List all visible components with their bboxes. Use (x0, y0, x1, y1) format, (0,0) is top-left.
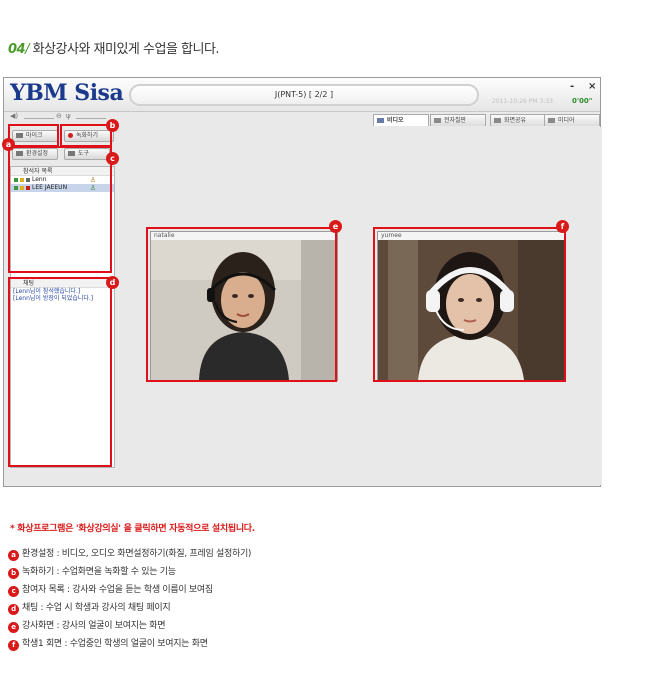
volume-knob-icon[interactable]: ⊖ (56, 112, 62, 120)
close-button[interactable]: × (588, 81, 596, 92)
datetime-readout: 2011-10-26 PM 3:33 (492, 98, 553, 105)
screen-icon (494, 118, 501, 123)
legend-text: 학생1 회면 : 수업중인 학생의 얼굴이 보여지는 화면 (22, 639, 208, 649)
legend-item: f 학생1 회면 : 수업중인 학생의 얼굴이 보여지는 화면 (8, 636, 208, 651)
tab-screen-share[interactable]: 화면공유 (490, 114, 546, 126)
mic-level-icon: ψ (66, 112, 71, 120)
legend-text: 환경설정 : 비디오, 오디오 화면설정하기(화질, 프레임 설정하기) (22, 549, 252, 559)
legend-badge: e (8, 622, 19, 633)
speaker-icon: ◀) (10, 112, 19, 120)
legend-item: b 녹화하기 : 수업화면을 녹화할 수 있는 기능 (8, 564, 176, 579)
media-icon (548, 118, 555, 123)
class-timer: 0'00" (572, 97, 593, 105)
badge-f: f (556, 220, 569, 233)
legend-badge: a (8, 550, 19, 561)
legend-text: 녹화하기 : 수업화면을 녹화할 수 있는 기능 (22, 567, 176, 577)
annotation-box-c (8, 146, 112, 273)
legend-item: a 환경설정 : 비디오, 오디오 화면설정하기(화질, 프레임 설정하기) (8, 546, 251, 561)
step-heading: 04/ 화상강사와 재미있게 수업을 합니다. (8, 38, 220, 57)
legend-item: c 참여자 목록 : 강사와 수업을 듣는 학생 이름이 보여짐 (8, 582, 213, 597)
speaker-volume-slider[interactable] (24, 118, 54, 119)
badge-b: b (106, 119, 119, 132)
legend-text: 강사화면 : 강사의 얼굴이 보여지는 화면 (22, 621, 166, 631)
ybm-sisa-logo: YBM Sisa (10, 80, 124, 106)
legend-badge: c (8, 586, 19, 597)
minimize-button[interactable]: - (570, 81, 574, 92)
step-number: 04 (8, 42, 26, 57)
annotation-box-e (146, 227, 337, 382)
annotation-box-f (373, 227, 566, 382)
annotation-box-b (60, 124, 112, 147)
badge-e: e (329, 220, 342, 233)
app-header: YBM Sisa J(PNT-5) [ 2/2 ] - × 2011-10-26… (4, 78, 600, 112)
install-notice: * 화상프로그램은 '화상강의실' 을 클릭하면 자동적으로 설치됩니다. (10, 524, 255, 534)
legend-badge: d (8, 604, 19, 615)
tab-video[interactable]: 비디오 (373, 114, 429, 126)
step-text: 화상강사와 재미있게 수업을 합니다. (28, 42, 220, 57)
legend-item: e 강사화면 : 강사의 얼굴이 보여지는 화면 (8, 618, 166, 633)
tab-media[interactable]: 미디어 (544, 114, 600, 126)
legend-text: 채팅 : 수업 시 학생과 강사의 채팅 페이지 (22, 603, 171, 613)
mic-volume-slider[interactable] (76, 118, 106, 119)
legend-badge: b (8, 568, 19, 579)
badge-a: a (2, 138, 15, 151)
legend-item: d 채팅 : 수업 시 학생과 강사의 채팅 페이지 (8, 600, 171, 615)
tab-whiteboard[interactable]: 전자칠판 (430, 114, 486, 126)
annotation-box-a (8, 124, 59, 147)
video-icon (377, 118, 384, 123)
annotation-box-d (8, 277, 112, 467)
legend-text: 참여자 목록 : 강사와 수업을 듣는 학생 이름이 보여짐 (22, 585, 213, 595)
window-title: J(PNT-5) [ 2/2 ] (129, 84, 479, 106)
pen-icon (434, 118, 441, 123)
legend-badge: f (8, 640, 19, 651)
badge-c: c (106, 152, 119, 165)
badge-d: d (106, 276, 119, 289)
